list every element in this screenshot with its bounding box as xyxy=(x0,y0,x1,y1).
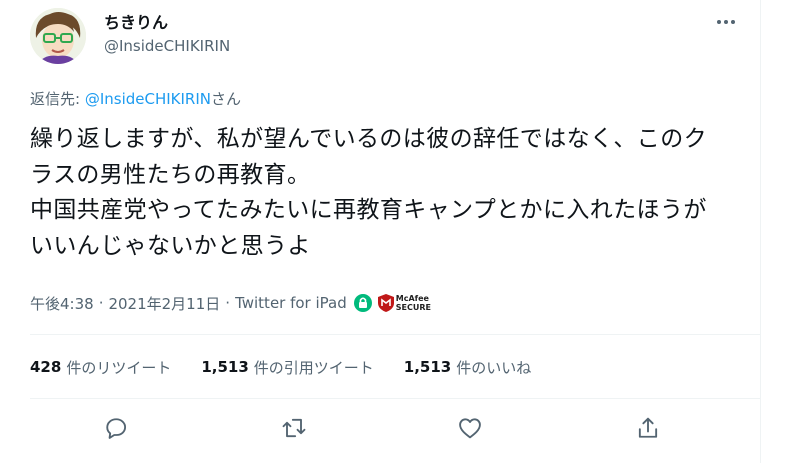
reply-icon[interactable] xyxy=(102,414,130,442)
retweet-icon[interactable] xyxy=(280,414,308,442)
retweets-count: 428 xyxy=(30,358,62,376)
more-horizontal-icon[interactable] xyxy=(712,8,740,36)
tweet-meta: 午後4:38 · 2021年2月11日 · Twitter for iPad M… xyxy=(30,292,431,314)
quote-tweets-label: 件の引用ツイート xyxy=(253,358,374,377)
user-handle[interactable]: @InsideCHIKIRIN xyxy=(104,37,230,55)
tweet-time-link[interactable]: 午後4:38 xyxy=(30,293,94,314)
mcafee-secure-badge[interactable]: McAfee SECURE xyxy=(377,294,431,312)
reply-suffix: さん xyxy=(211,90,242,108)
likes-label: 件のいいね xyxy=(456,358,532,377)
meta-separator: · xyxy=(225,294,231,312)
engagement-stats: 428 件のリツイート 1,513 件の引用ツイート 1,513 件のいいね xyxy=(30,356,561,378)
likes-count: 1,513 xyxy=(403,358,452,376)
reply-mention-link[interactable]: @InsideCHIKIRIN xyxy=(85,90,211,108)
heart-icon[interactable] xyxy=(456,414,484,442)
likes-stat[interactable]: 1,513 件のいいね xyxy=(404,357,531,378)
tweet-date-link[interactable]: 2021年2月11日 xyxy=(108,293,220,314)
mcafee-label-line1: McAfee xyxy=(395,294,429,303)
retweets-stat[interactable]: 428 件のリツイート xyxy=(30,357,171,378)
quote-tweets-count: 1,513 xyxy=(201,358,249,376)
mcafee-shield-icon xyxy=(377,294,394,312)
share-icon[interactable] xyxy=(634,414,662,442)
reply-to-line: 返信先: @InsideCHIKIRINさん xyxy=(30,88,241,109)
reply-prefix: 返信先: xyxy=(30,90,85,108)
display-name[interactable]: ちきりん xyxy=(104,9,168,33)
column-border xyxy=(760,0,761,463)
divider xyxy=(30,334,760,335)
tweet-source-link[interactable]: Twitter for iPad xyxy=(235,294,347,312)
lock-icon xyxy=(353,293,373,313)
avatar[interactable] xyxy=(30,8,86,64)
mcafee-label: McAfee SECURE xyxy=(396,294,431,312)
meta-separator: · xyxy=(98,294,104,312)
retweets-label: 件のリツイート xyxy=(66,358,172,377)
quote-tweets-stat[interactable]: 1,513 件の引用ツイート xyxy=(201,357,373,378)
mcafee-label-line2: SECURE xyxy=(395,303,431,312)
tweet-text: 繰り返しますが、私が望んでいるのは彼の辞任ではなく、このクラスの男性たちの再教育… xyxy=(30,126,707,259)
divider xyxy=(30,398,760,399)
avatar-illustration xyxy=(30,8,86,64)
